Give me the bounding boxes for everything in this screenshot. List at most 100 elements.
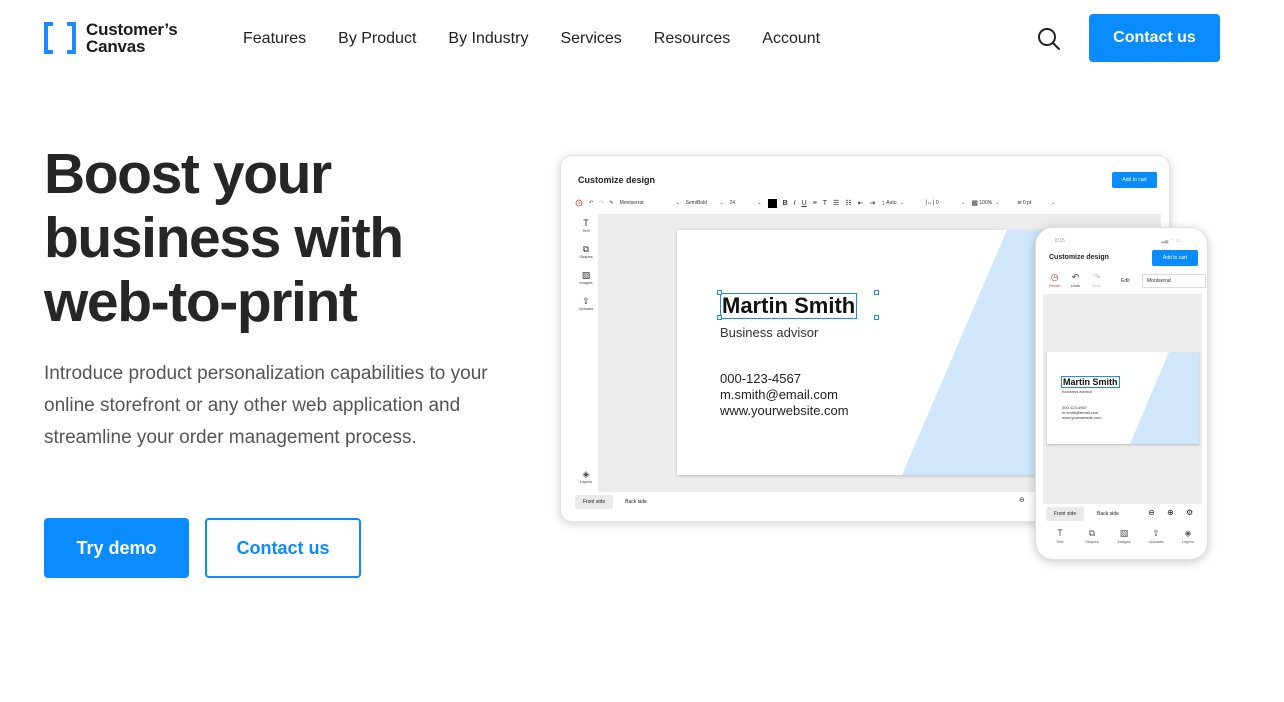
layers-icon: ◈ [1184,528,1192,538]
mobile-tab-back-side[interactable]: Back side [1089,507,1127,521]
nav-by-industry[interactable]: By Industry [448,29,528,49]
zoom-out-icon[interactable]: ⊖ [1148,508,1155,517]
sidebar-item-layers[interactable]: ◈ Layers [575,469,597,484]
card-name-text[interactable]: Martin Smith [720,293,858,319]
mobile-business-card[interactable]: Martin Smith Business advisor 000-123-45… [1047,352,1199,444]
text-icon: T [1057,528,1063,538]
letter-spacing-select[interactable]: |↔| 0 ⌄ [925,200,965,206]
editor-sidebar: T Text ⧉ Shapes ▧ Images ⇪ Uploads [575,218,597,322]
text-case-icon[interactable]: T [823,200,827,207]
resize-handle[interactable] [874,290,879,295]
site-header: Customer’s Canvas Features By Product By… [0,0,1284,78]
bottom-label: Images [1117,539,1131,544]
sidebar-item-uploads[interactable]: ⇪ Uploads [575,296,597,322]
color-swatch[interactable] [767,198,777,208]
bottom-item-text[interactable]: T Text [1044,528,1076,544]
align-left-icon[interactable]: ≡ [813,200,817,207]
add-to-cart-button[interactable]: Add to cart [1112,172,1157,188]
redo-button[interactable]: ↷ Redo [1086,272,1107,288]
settings-icon[interactable]: ⚙ [1186,508,1193,517]
bottom-label: Layers [1181,539,1194,544]
nav-account[interactable]: Account [762,29,820,49]
search-icon[interactable] [1036,26,1062,52]
tool-label: Undo [1070,283,1081,288]
zoom-in-icon[interactable]: ⊕ [1167,508,1174,517]
tool-label: Recall [1048,283,1061,288]
mobile-side-tabs: Front side Back side ⊖ ⊕ ⚙ [1043,505,1202,523]
logo[interactable]: Customer’s Canvas [44,21,178,55]
sidebar-label: Shapes [579,254,593,259]
mobile-add-to-cart-button[interactable]: Add to cart [1152,250,1198,266]
history-icon[interactable] [575,199,583,207]
stroke-select[interactable]: ≡ 0 pt ⌄ [1017,200,1055,207]
mobile-card-website: www.yourwebsite.com [1062,415,1102,420]
opacity-select[interactable]: ▦ 100% ⌄ [971,199,1011,207]
tool-label: Redo [1091,283,1102,288]
undo-icon[interactable]: ↶ [589,200,593,206]
bottom-item-layers[interactable]: ◈ Layers [1172,528,1204,544]
bottom-label: Shapes [1085,539,1099,544]
tab-front-side[interactable]: Front side [575,495,613,509]
edit-button[interactable]: Edit [1121,278,1130,284]
card-contact-info[interactable]: 000-123-4567 m.smith@email.com www.yourw… [720,371,849,419]
layers-icon: ◈ [582,469,590,479]
mobile-card-name[interactable]: Martin Smith [1061,376,1120,388]
logo-line-1: Customer’s [86,20,178,39]
letter-spacing-value: 0 [935,200,939,206]
nav-features[interactable]: Features [243,29,306,49]
mobile-editor-title: Customize design [1049,254,1109,261]
bottom-label: Uploads [1148,539,1164,544]
shapes-icon: ⧉ [1088,528,1096,538]
bottom-label: Text [1056,539,1064,544]
mobile-toolbar: ◷ Recall ↶ Undo ↷ Redo [1044,272,1107,288]
nav-by-product[interactable]: By Product [338,29,416,49]
bullet-list-icon[interactable]: ☰ [833,199,839,207]
image-icon: ▧ [1119,528,1129,538]
resize-handle[interactable] [717,290,722,295]
bottom-item-images[interactable]: ▧ Images [1108,528,1140,544]
hero-contact-button[interactable]: Contact us [205,518,361,578]
status-time: 8:15 [1055,238,1065,244]
size-value: 24 [729,200,736,206]
mobile-editor-mockup: 8:15 ▂▄ ◠ ▭ Customize design Add to cart… [1035,227,1208,560]
mobile-tab-front-side[interactable]: Front side [1046,507,1084,521]
redo-icon[interactable]: ↷ [599,200,603,206]
bold-icon[interactable]: B [783,200,788,207]
nav-resources[interactable]: Resources [654,29,730,49]
nav-services[interactable]: Services [560,29,621,49]
font-select[interactable]: Montserrat ⌄ [620,200,680,206]
pen-icon[interactable]: ✎ [609,200,613,206]
bottom-item-shapes[interactable]: ⧉ Shapes [1076,528,1108,544]
redo-icon: ↷ [1092,272,1101,282]
recall-button[interactable]: ◷ Recall [1044,272,1065,288]
stroke-value: 0 pt [1022,200,1032,206]
resize-handle[interactable] [874,315,879,320]
weight-value: SemiBold [685,200,708,206]
indent-decrease-icon[interactable]: ⇤ [858,199,864,207]
header-contact-button[interactable]: Contact us [1089,14,1220,62]
tab-back-side[interactable]: Back side [617,495,655,509]
underline-icon[interactable]: U [802,200,807,207]
resize-handle[interactable] [717,315,722,320]
logo-text: Customer’s Canvas [86,21,178,55]
undo-button[interactable]: ↶ Undo [1065,272,1086,288]
card-role-text[interactable]: Business advisor [720,325,818,340]
indent-increase-icon[interactable]: ⇥ [870,199,876,207]
upload-icon: ⇪ [582,296,590,306]
sidebar-label: Layers [579,479,592,484]
size-select[interactable]: 24 ⌄ [730,200,762,206]
line-height-select[interactable]: ↕ Auto ⌄ [881,200,919,207]
sidebar-item-shapes[interactable]: ⧉ Shapes [575,244,597,270]
zoom-out-icon[interactable]: ⊖ [1019,496,1025,504]
sidebar-item-images[interactable]: ▧ Images [575,270,597,296]
mobile-bottom-bar: T Text ⧉ Shapes ▧ Images ⇪ Uploads ◈ Layers [1044,528,1204,544]
opacity-value: 100% [979,200,993,206]
weight-select[interactable]: SemiBold ⌄ [686,200,724,206]
mobile-font-select[interactable]: Montserrat [1142,274,1206,288]
try-demo-button[interactable]: Try demo [44,518,189,578]
card-website: www.yourwebsite.com [720,403,849,418]
bottom-item-uploads[interactable]: ⇪ Uploads [1140,528,1172,544]
numbered-list-icon[interactable]: ☷ [845,199,851,207]
sidebar-item-text[interactable]: T Text [575,218,597,244]
italic-icon[interactable]: I [794,200,796,207]
